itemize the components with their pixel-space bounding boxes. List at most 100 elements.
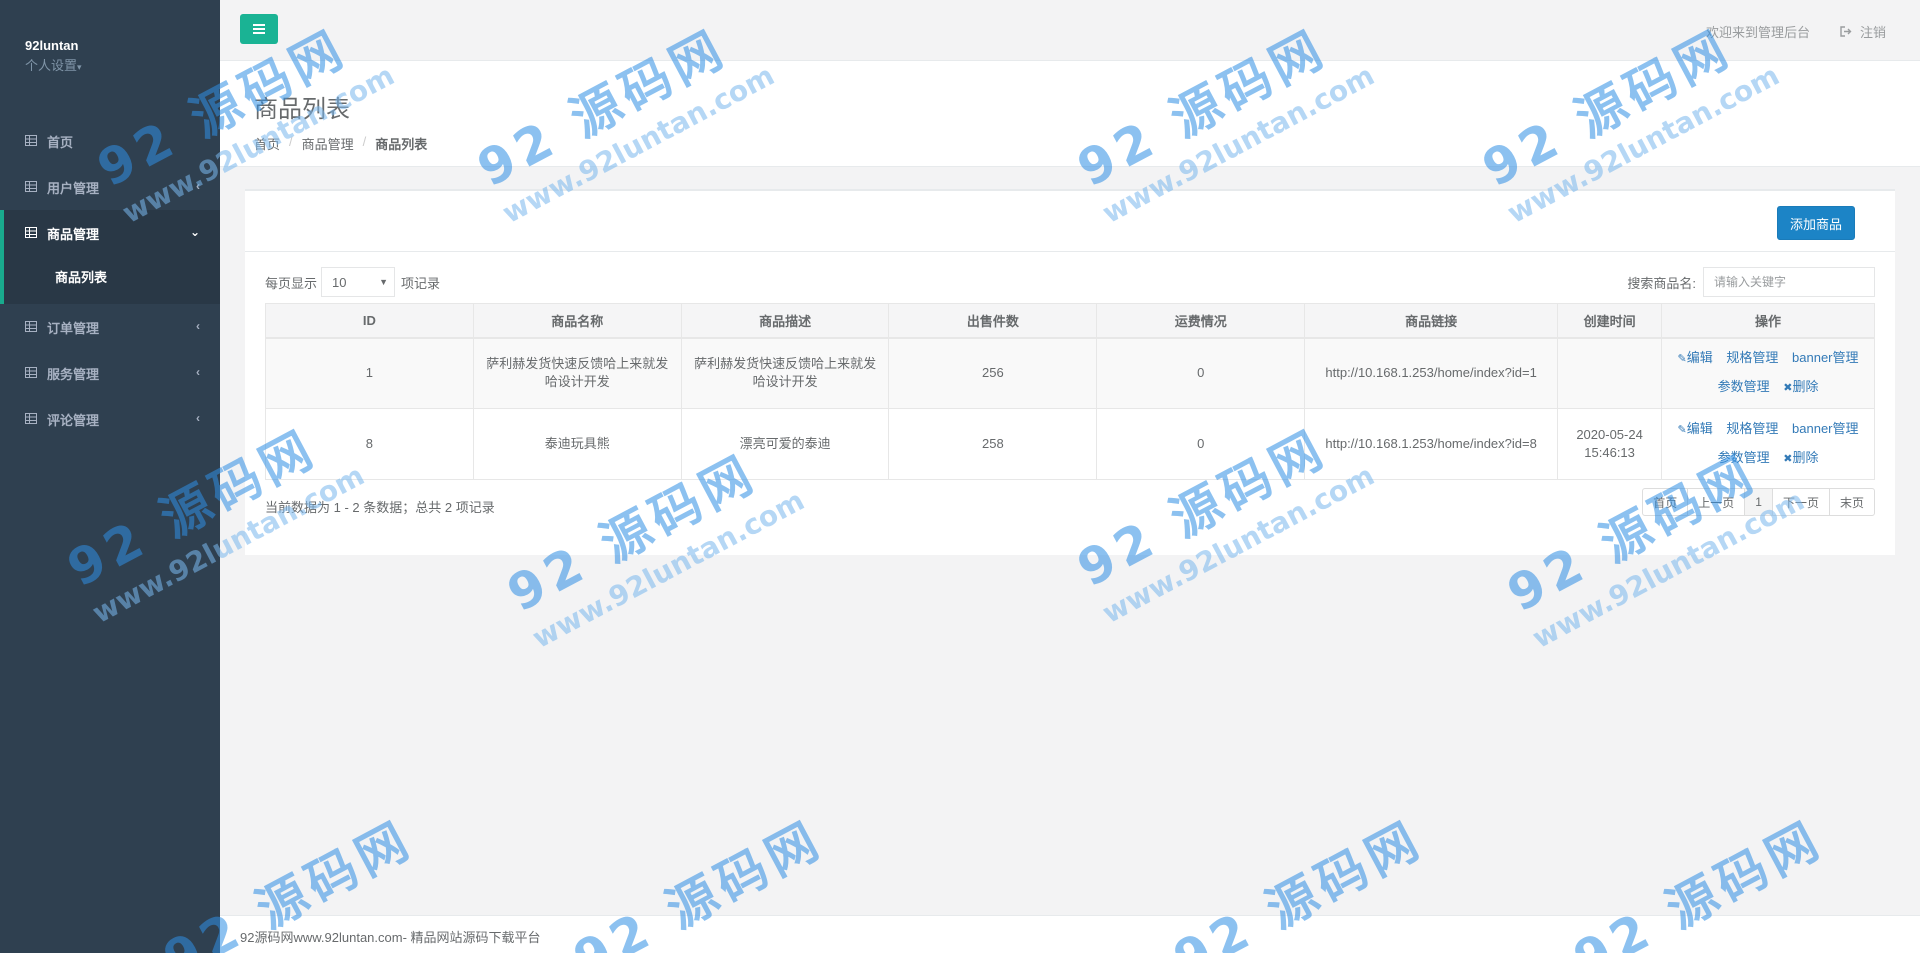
footer-text: 92源码网www.92luntan.com- 精品网站源码下载平台: [240, 930, 541, 945]
table-icon: [25, 367, 39, 379]
page-size-prefix: 每页显示: [265, 275, 318, 291]
table-icon: [25, 227, 39, 239]
sidebar-item-label: 订单管理: [47, 320, 100, 336]
welcome-message: 欢迎来到管理后台: [1705, 25, 1810, 40]
breadcrumb-separator: /: [362, 134, 367, 149]
sidebar-item-reviews[interactable]: 评论管理 ‹: [0, 396, 220, 442]
search-input[interactable]: [1703, 267, 1875, 297]
banner-management-link[interactable]: banner管理: [1792, 421, 1858, 436]
banner-management-link[interactable]: banner管理: [1792, 350, 1858, 365]
sign-out-icon: [1840, 26, 1852, 37]
breadcrumb-product-management[interactable]: 商品管理: [302, 134, 354, 153]
sidebar-group-products: 商品管理 ⌄ 商品列表: [0, 210, 220, 304]
pagination-info: 当前数据为 1 - 2 条数据；总共 2 项记录: [265, 500, 495, 515]
cell-id: 8: [265, 408, 474, 480]
table-icon: [25, 413, 39, 425]
top-navbar: 欢迎来到管理后台 注销: [220, 0, 1920, 61]
search-control: 搜索商品名:: [1627, 267, 1875, 297]
cell-actions: ✎编辑 规格管理 banner管理 参数管理 ✖删除: [1661, 408, 1875, 480]
chevron-left-icon: ‹: [196, 365, 200, 379]
logout-link[interactable]: 注销: [1840, 22, 1886, 41]
cell-shipping: 0: [1096, 408, 1306, 480]
cell-created: 2020-05-24 15:46:13: [1557, 408, 1663, 480]
hamburger-icon: [253, 24, 265, 34]
table-body: 1 萨利赫发货快速反馈哈上来就发哈设计开发 萨利赫发货快速反馈哈上来就发哈设计开…: [265, 337, 1875, 480]
cell-description: 漂亮可爱的泰迪: [680, 408, 890, 480]
column-header-sold[interactable]: 出售件数: [888, 303, 1098, 339]
page-size-select[interactable]: 10 ▼: [321, 267, 396, 297]
column-header-id[interactable]: ID: [265, 303, 474, 339]
table-icon: [25, 135, 39, 147]
delete-link[interactable]: ✖删除: [1783, 450, 1818, 465]
pagination-page-1[interactable]: 1: [1744, 488, 1773, 516]
pagination-first[interactable]: 首页: [1642, 488, 1689, 516]
sidebar-item-label: 商品管理: [47, 226, 100, 242]
cell-created: [1557, 337, 1663, 409]
cell-link: http://10.168.1.253/home/index?id=1: [1304, 337, 1559, 409]
sidebar-item-users[interactable]: 用户管理 ‹: [0, 164, 220, 210]
table-icon: [25, 321, 39, 333]
sidebar-item-home[interactable]: 首页: [0, 118, 220, 164]
personal-settings-dropdown[interactable]: 个人设置▾: [25, 55, 195, 74]
chevron-left-icon: ‹: [196, 319, 200, 333]
edit-icon: ✎: [1677, 353, 1687, 366]
column-header-actions: 操作: [1661, 303, 1875, 339]
sidebar-group-home: 首页: [0, 118, 220, 164]
product-list-panel: 添加商品 每页显示 10 ▼ 项记录 搜索商品名: ID 商品名称 商品描述 出…: [245, 189, 1895, 555]
column-header-shipping[interactable]: 运费情况: [1096, 303, 1306, 339]
caret-down-icon: ▼: [379, 277, 389, 287]
sidebar: 92luntan 个人设置▾ 首页 用户管理 ‹ 商品管理 ⌄ 商品列表 订单管…: [0, 0, 220, 953]
sidebar-subitems: 商品列表: [4, 256, 220, 304]
edit-link[interactable]: ✎编辑: [1678, 350, 1713, 365]
search-label: 搜索商品名:: [1627, 275, 1696, 291]
table-header-row: ID 商品名称 商品描述 出售件数 运费情况 商品链接 创建时间 操作: [265, 303, 1875, 339]
cell-name: 萨利赫发货快速反馈哈上来就发哈设计开发: [472, 337, 682, 409]
column-header-created[interactable]: 创建时间: [1557, 303, 1663, 339]
table-row: 8 泰迪玩具熊 漂亮可爱的泰迪 258 0 http://10.168.1.25…: [265, 408, 1875, 480]
cell-shipping: 0: [1096, 337, 1306, 409]
sidebar-item-products[interactable]: 商品管理 ⌄: [4, 210, 220, 256]
logout-label: 注销: [1859, 25, 1886, 40]
page-footer: 92源码网www.92luntan.com- 精品网站源码下载平台: [220, 915, 1920, 953]
table-header: ID 商品名称 商品描述 出售件数 运费情况 商品链接 创建时间 操作: [265, 303, 1875, 339]
sidebar-nav: 首页 用户管理 ‹ 商品管理 ⌄ 商品列表 订单管理 ‹ 服务管理 ‹ 评论管理…: [0, 118, 220, 442]
column-header-description[interactable]: 商品描述: [680, 303, 890, 339]
pagination-last[interactable]: 末页: [1828, 488, 1875, 516]
sidebar-item-orders[interactable]: 订单管理 ‹: [0, 304, 220, 350]
spec-management-link[interactable]: 规格管理: [1726, 421, 1778, 436]
cell-description: 萨利赫发货快速反馈哈上来就发哈设计开发: [680, 337, 890, 409]
page-size-suffix: 项记录: [401, 275, 441, 291]
panel-header: 添加商品: [245, 191, 1895, 252]
param-management-link[interactable]: 参数管理: [1718, 379, 1770, 394]
delete-link[interactable]: ✖删除: [1783, 379, 1818, 394]
spec-management-link[interactable]: 规格管理: [1726, 350, 1778, 365]
sidebar-item-label: 用户管理: [47, 180, 100, 196]
profile-block: 92luntan 个人设置▾: [0, 0, 220, 94]
pagination-prev[interactable]: 上一页: [1687, 488, 1746, 516]
sidebar-item-services[interactable]: 服务管理 ‹: [0, 350, 220, 396]
user-name: 92luntan: [25, 38, 79, 53]
add-product-button[interactable]: 添加商品: [1776, 206, 1855, 240]
cell-id: 1: [265, 337, 474, 409]
cell-link: http://10.168.1.253/home/index?id=8: [1304, 408, 1559, 480]
table-icon: [25, 181, 39, 193]
pagination: 首页 上一页 1 下一页 末页: [1642, 488, 1875, 516]
table-row: 1 萨利赫发货快速反馈哈上来就发哈设计开发 萨利赫发货快速反馈哈上来就发哈设计开…: [265, 337, 1875, 409]
menu-toggle-button[interactable]: [240, 14, 278, 44]
delete-label: 删除: [1792, 379, 1819, 395]
edit-icon: ✎: [1677, 424, 1687, 436]
pagination-next[interactable]: 下一页: [1771, 488, 1830, 516]
chevron-left-icon: ‹: [196, 179, 200, 193]
sidebar-group-services: 服务管理 ‹: [0, 350, 220, 396]
edit-label: 编辑: [1686, 421, 1713, 436]
delete-label: 删除: [1792, 450, 1819, 465]
caret-down-icon: ▾: [77, 62, 82, 72]
sidebar-item-label: 服务管理: [47, 366, 100, 382]
sidebar-subitem-product-list[interactable]: 商品列表: [4, 256, 220, 296]
edit-link[interactable]: ✎编辑: [1678, 421, 1713, 436]
param-management-link[interactable]: 参数管理: [1718, 450, 1770, 465]
breadcrumb-home[interactable]: 首页: [254, 134, 280, 153]
column-header-name[interactable]: 商品名称: [472, 303, 682, 339]
sidebar-group-orders: 订单管理 ‹: [0, 304, 220, 350]
column-header-link[interactable]: 商品链接: [1304, 303, 1559, 339]
